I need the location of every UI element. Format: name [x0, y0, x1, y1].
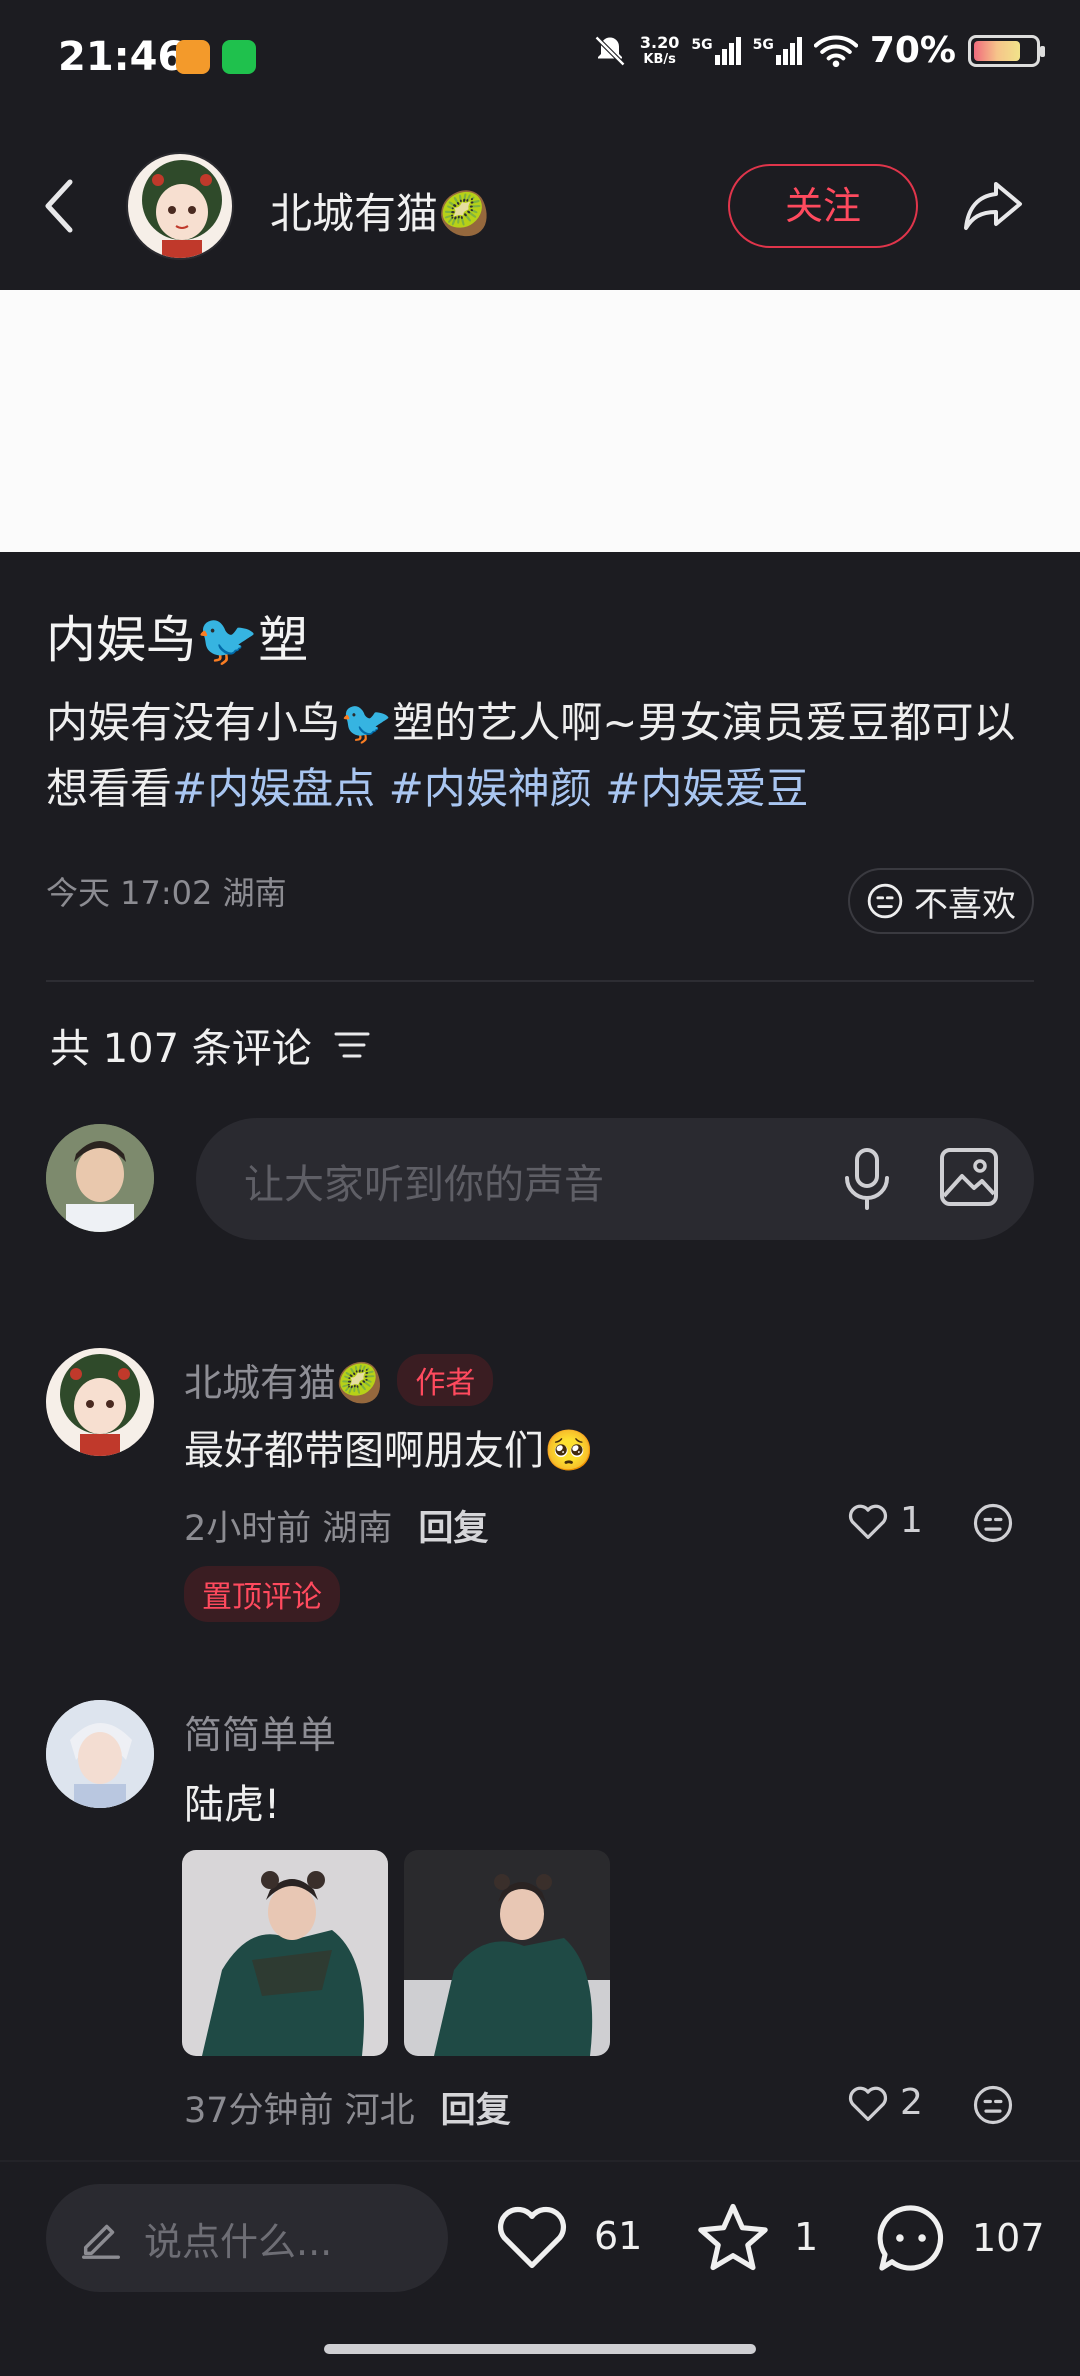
hashtag[interactable]: #内娱爱豆	[605, 764, 808, 813]
post-title: 内娱鸟🐦塑	[46, 611, 309, 669]
comment-time-location: 2小时前 湖南	[184, 1509, 393, 1549]
comment-text: 陆虎!	[184, 1782, 281, 1828]
say-something-input[interactable]: 说点什么...	[46, 2184, 448, 2292]
media-area	[0, 290, 1080, 552]
wechat-icon	[222, 40, 256, 74]
hashtag[interactable]: #内娱神颜	[389, 764, 592, 813]
follow-button[interactable]: 关注	[728, 164, 918, 248]
header-user-name[interactable]: 北城有猫🥝	[270, 180, 490, 241]
status-bar: 21:46 3.20 KB/s 5G 5G 70%	[0, 0, 1080, 120]
comment-meta: 37分钟前 河北 回复	[184, 2082, 511, 2133]
star-icon	[698, 2203, 768, 2271]
back-arrow-icon[interactable]	[40, 176, 80, 236]
image-icon[interactable]	[938, 1146, 1000, 1208]
comment-like-button[interactable]: 1	[846, 1500, 923, 1541]
favorite-button[interactable]: 1	[694, 2200, 818, 2274]
signal-icon-2: 5G	[753, 36, 802, 65]
divider	[46, 980, 1034, 982]
like-button[interactable]: 61	[492, 2200, 642, 2272]
heart-icon	[498, 2206, 566, 2269]
battery-icon	[968, 34, 1045, 67]
favorite-total: 1	[794, 2215, 819, 2259]
battery-percent: 70%	[869, 30, 956, 71]
comment-input-placeholder[interactable]: 让大家听到你的声音	[244, 1152, 604, 1210]
reply-button[interactable]: 回复	[418, 1509, 488, 1549]
hashtag[interactable]: #内娱盘点	[172, 764, 375, 813]
wifi-icon	[813, 34, 858, 67]
status-icons: 3.20 KB/s 5G 5G 70%	[592, 30, 1045, 71]
comment-count: 共 107 条评论	[50, 1016, 372, 1074]
comment-count-label: 共 107 条评论	[50, 1026, 312, 1072]
pinned-badge: 置顶评论	[184, 1566, 340, 1622]
my-avatar[interactable]	[46, 1124, 154, 1232]
share-icon[interactable]	[958, 170, 1028, 240]
dislike-comment-icon[interactable]	[972, 2084, 1014, 2126]
post-body: 内娱有没有小鸟🐦塑的艺人啊~男女演员爱豆都可以 想看看#内娱盘点 #内娱神颜 #…	[46, 690, 1036, 822]
comment-author[interactable]: 简简单单	[184, 1704, 336, 1759]
dislike-button[interactable]: 不喜欢	[848, 868, 1034, 934]
network-speed: 3.20 KB/s	[639, 32, 680, 67]
comment-like-button[interactable]: 2	[846, 2082, 923, 2123]
like-total: 61	[594, 2214, 643, 2258]
comment-avatar[interactable]	[46, 1348, 154, 1456]
sort-icon[interactable]	[332, 1028, 372, 1062]
reply-button[interactable]: 回复	[441, 2091, 511, 2131]
say-something-placeholder[interactable]: 说点什么...	[144, 2211, 332, 2266]
comments-button[interactable]: 107	[872, 2200, 1045, 2276]
comment-avatar[interactable]	[46, 1700, 154, 1808]
clock: 21:46	[58, 34, 186, 80]
notification-app-icon	[176, 40, 210, 74]
comment-meta: 2小时前 湖南 回复	[184, 1500, 488, 1551]
heart-icon	[848, 2086, 888, 2121]
home-indicator[interactable]	[324, 2344, 756, 2354]
comment-author[interactable]: 北城有猫🥝	[184, 1352, 383, 1407]
chat-bubble-icon	[877, 2205, 944, 2271]
dislike-label: 不喜欢	[914, 884, 1016, 925]
comment-photo[interactable]	[404, 1850, 610, 2056]
dislike-comment-icon[interactable]	[972, 1502, 1014, 1544]
like-count: 2	[900, 2082, 923, 2123]
mute-bell-icon	[594, 35, 625, 66]
comment-total: 107	[972, 2216, 1045, 2260]
comment-header: 北城有猫🥝 作者	[184, 1352, 494, 1407]
neutral-face-icon	[867, 883, 903, 919]
author-avatar[interactable]	[126, 152, 234, 260]
like-count: 1	[900, 1500, 923, 1541]
signal-icon: 5G	[691, 36, 741, 65]
author-badge: 作者	[397, 1353, 494, 1406]
post-meta: 今天 17:02 湖南	[46, 874, 287, 912]
pencil-icon	[82, 2224, 120, 2259]
heart-icon	[848, 1504, 888, 1539]
comment-photo[interactable]	[182, 1850, 388, 2056]
comment-text: 最好都带图啊朋友们🥺	[184, 1428, 594, 1474]
comment-time-location: 37分钟前 河北	[184, 2091, 415, 2131]
microphone-icon[interactable]	[838, 1146, 896, 1212]
